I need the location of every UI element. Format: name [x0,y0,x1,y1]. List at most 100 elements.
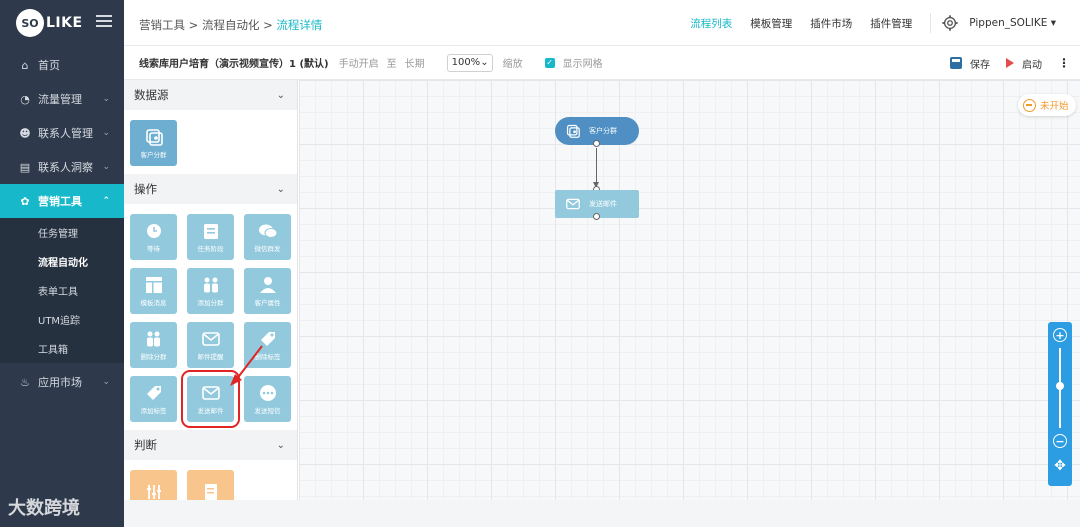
sidebar-item-label: 应用市场 [38,376,82,389]
id-card-icon: ▤ [19,160,31,174]
section-title: 操作 [134,182,157,196]
save-button[interactable]: 保存 [950,56,990,71]
flow-toolbar: 线索库用户培育（演示视频宣传）1 (默认) 手动开启 至 长期 100% ⌄ 缩… [124,46,1080,80]
menu-toggle-icon[interactable] [96,15,112,29]
sidebar-subitem-forms[interactable]: 表单工具 [0,276,124,305]
save-icon [950,57,962,69]
tile-customer-attribute[interactable]: 客户属性 [244,268,291,314]
sidebar-nav-bottom: ♨ 应用市场 ⌄ [0,365,124,399]
logo[interactable]: SO LIKE [16,9,83,37]
sidebar-item-home[interactable]: ⌂ 首页 [0,48,124,82]
logo-text: LIKE [46,15,83,31]
toolbar-actions: 保存 启动 ⋮ [950,46,1070,80]
sidebar-subitem-tasks[interactable]: 任务管理 [0,218,124,247]
zoom-slider-handle[interactable] [1056,382,1064,390]
chevron-up-icon: ⌃ [102,196,110,206]
segment-icon [145,128,163,146]
filter-icon [146,484,161,499]
flow-connector[interactable] [593,148,599,188]
breadcrumb-item[interactable]: 流程自动化 [202,18,260,32]
remove-group-icon [146,331,160,346]
zoom-value: 100% [451,57,481,68]
user-menu[interactable]: Pippen_SOLIKE ▾ [969,17,1056,29]
chevron-down-icon: ⌄ [102,128,110,138]
sidebar-item-app-market[interactable]: ♨ 应用市场 ⌄ [0,365,124,399]
chevron-down-icon: ⌄ [276,439,285,451]
zoom-slider[interactable] [1056,348,1064,428]
tile-filter[interactable] [130,470,177,500]
save-label: 保存 [970,59,990,71]
tile-label: 删除分群 [140,352,167,361]
breadcrumb-current: 流程详情 [276,18,323,32]
share-icon: ✿ [20,194,30,208]
tag-icon [146,385,161,400]
node-output-port[interactable] [593,213,600,220]
node-palette: 数据源 ⌄ 客户分群 操作 ⌄ 等待 任务阶段 微信群发 模板消息 添加分群 客… [124,80,298,500]
zoom-out-icon[interactable]: − [1053,434,1067,448]
node-output-port[interactable] [593,140,600,147]
section-header-conditions[interactable]: 判断 ⌄ [124,430,297,460]
flow-canvas[interactable]: 客户分群 发送邮件 未开始 + − ✥ [299,80,1080,500]
sidebar-item-insights[interactable]: ▤ 联系人洞察 ⌄ [0,150,124,184]
zoom-select[interactable]: 100% ⌄ [446,53,493,72]
tile-wait[interactable]: 等待 [130,214,177,260]
flow-duration: 长期 [404,59,425,70]
tile-label: 添加标签 [140,406,167,415]
minus-circle-icon [1023,98,1036,112]
breadcrumb: 营销工具 > 流程自动化 > 流程详情 [139,17,322,33]
caret-down-icon: ▾ [1050,17,1056,29]
flow-name[interactable]: 线索库用户培育（演示视频宣传）1 (默认) [139,55,329,70]
tile-label: 任务阶段 [197,244,224,253]
top-nav-plugin-market[interactable]: 插件市场 [810,16,852,31]
tile-label: 客户属性 [254,298,281,307]
tile-customer-segment[interactable]: 客户分群 [130,120,177,166]
section-body-conditions [124,460,297,500]
tile-add-group[interactable]: 添加分群 [187,268,234,314]
chevron-down-icon: ⌄ [276,183,285,195]
pie-chart-icon: ◔ [20,92,30,106]
add-group-icon [203,277,218,292]
annotation-arrow [230,345,263,386]
top-nav-flow-list[interactable]: 流程列表 [690,16,732,31]
zoom-label: 缩放 [502,59,523,70]
tile-remove-group[interactable]: 删除分群 [130,322,177,368]
tile-task-stage[interactable]: 任务阶段 [187,214,234,260]
status-badge: 未开始 [1018,94,1076,116]
sidebar-subitem-toolbox[interactable]: 工具箱 [0,334,124,363]
breadcrumb-separator: > [263,18,273,32]
section-body-datasource: 客户分群 [124,110,297,174]
sidebar-nav: ⌂ 首页 ◔ 流量管理 ⌄ ☻ 联系人管理 ⌄ ▤ 联系人洞察 ⌄ ✿ 营销工具… [0,48,124,218]
top-nav-templates[interactable]: 模板管理 [750,16,792,31]
move-icon[interactable]: ✥ [1054,458,1066,474]
breadcrumb-item[interactable]: 营销工具 [139,18,185,32]
more-icon[interactable]: ⋮ [1058,56,1070,70]
zoom-in-icon[interactable]: + [1053,328,1067,342]
flow-trigger: 手动开启 [338,59,379,70]
tile-form-condition[interactable] [187,470,234,500]
start-button[interactable]: 启动 [1006,56,1042,71]
section-header-actions[interactable]: 操作 ⌄ [124,174,297,204]
sidebar-item-label: 流量管理 [38,93,82,106]
zoom-control: + − ✥ [1048,322,1072,486]
sidebar-item-label: 营销工具 [38,195,82,208]
top-nav-plugin-manage[interactable]: 插件管理 [870,16,912,31]
mail-icon [566,198,580,210]
grid-checkbox[interactable]: ✓ [544,57,555,68]
flow-to: 至 [386,59,397,70]
logo-bar: SO LIKE [0,0,124,46]
tile-add-tag[interactable]: 添加标签 [130,376,177,422]
sidebar-item-contacts[interactable]: ☻ 联系人管理 ⌄ [0,116,124,150]
top-nav: 流程列表 模板管理 插件市场 插件管理 Pippen_SOLIKE ▾ [690,0,1080,46]
tile-template-message[interactable]: 模板消息 [130,268,177,314]
sidebar-item-label: 联系人管理 [38,127,93,140]
sidebar-subitem-utm[interactable]: UTM追踪 [0,305,124,334]
sidebar-subitem-automation[interactable]: 流程自动化 [0,247,124,276]
chevron-down-icon: ⌄ [102,377,110,387]
gear-icon[interactable] [941,14,959,32]
tile-label: 客户分群 [140,150,167,159]
sidebar-item-marketing[interactable]: ✿ 营销工具 ⌃ [0,184,124,218]
users-icon: ☻ [19,126,31,140]
sidebar-item-traffic[interactable]: ◔ 流量管理 ⌄ [0,82,124,116]
tile-wechat-broadcast[interactable]: 微信群发 [244,214,291,260]
section-header-datasource[interactable]: 数据源 ⌄ [124,80,297,110]
